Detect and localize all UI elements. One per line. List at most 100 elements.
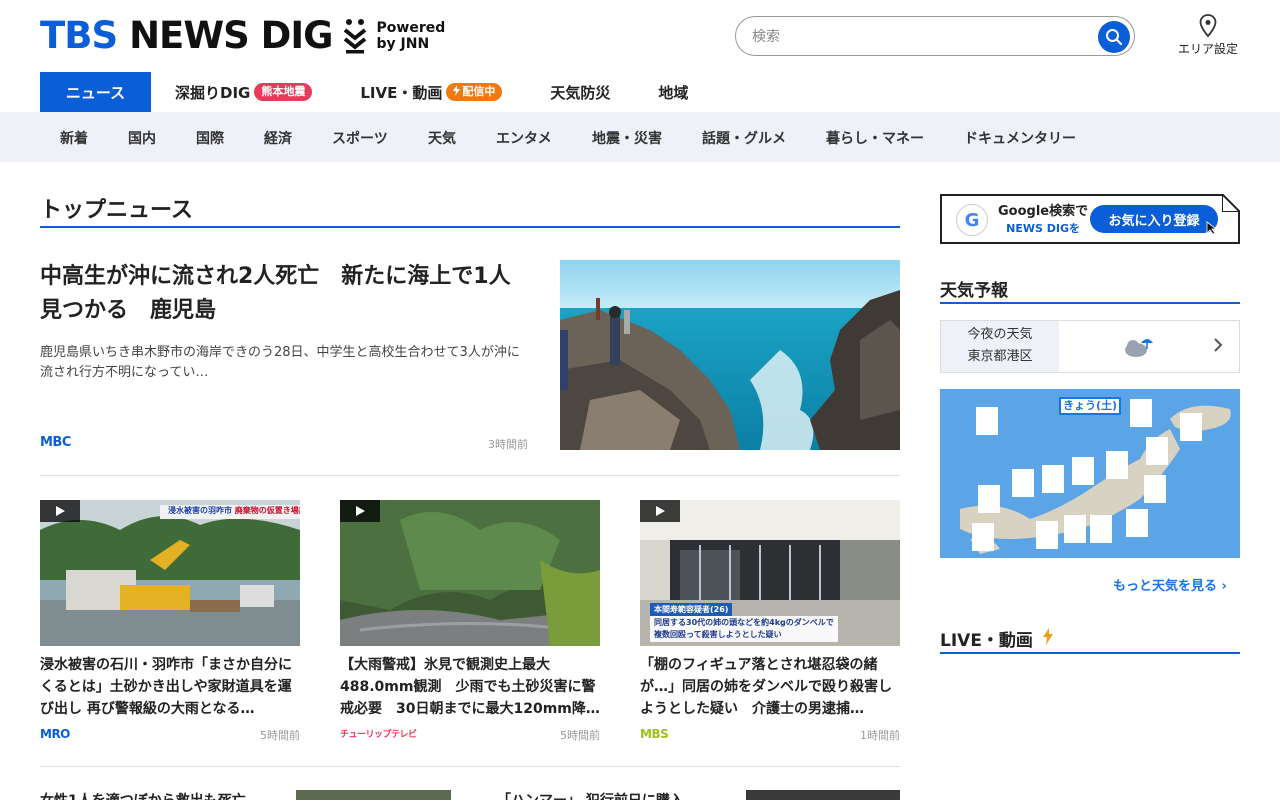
- dig-mark-icon: [343, 19, 366, 54]
- subnav-item-entertainment[interactable]: エンタメ: [496, 128, 552, 148]
- news-card-time: 5時間前: [560, 729, 600, 742]
- search-box: [735, 16, 1135, 56]
- partial-news-title[interactable]: 女性1人を適つぼから救出も死亡: [40, 790, 246, 800]
- subnav-item-international[interactable]: 国際: [196, 128, 224, 148]
- logo-news-dig: NEWS DIG: [129, 14, 333, 57]
- city-forecast-tile: [1064, 515, 1086, 543]
- cards-divider: [40, 766, 900, 767]
- tonight-weather-link[interactable]: 今夜の天気 東京都港区: [940, 320, 1240, 373]
- partial-news-thumbnail[interactable]: [746, 790, 900, 800]
- tonight-label: 今夜の天気: [967, 327, 1033, 342]
- sub-nav: 新着 国内 国際 経済 スポーツ 天気 エンタメ 地震・災害 話題・グルメ 暮ら…: [0, 112, 1280, 162]
- lead-article-source: MBC: [40, 435, 71, 450]
- partial-news-thumbnail[interactable]: [296, 790, 451, 800]
- forecast-day-label: きょう(土): [1059, 397, 1121, 415]
- news-card-title[interactable]: 【大雨警戒】氷見で観測史上最大488.0mm観測 少雨でも土砂災害に警戒必要 3…: [340, 654, 600, 720]
- logo-tbs: TBS: [40, 14, 118, 57]
- news-card-time: 5時間前: [260, 729, 300, 742]
- subnav-item-topics[interactable]: 話題・グルメ: [702, 128, 786, 148]
- news-card-thumbnail[interactable]: [340, 500, 600, 646]
- city-forecast-tile: [1146, 437, 1168, 465]
- tab-fukabori-dig[interactable]: 深掘りDIG 熊本地震: [175, 72, 313, 112]
- subnav-item-sports[interactable]: スポーツ: [332, 128, 388, 148]
- city-forecast-tile: [1090, 515, 1112, 543]
- subnav-item-disaster[interactable]: 地震・災害: [592, 128, 662, 148]
- subnav-item-economy[interactable]: 経済: [264, 128, 292, 148]
- city-forecast-tile: [976, 407, 998, 435]
- partial-news-title[interactable]: 「ハンマー」 犯行前日に購入: [497, 790, 684, 800]
- area-settings-label: エリア設定: [1177, 42, 1238, 56]
- news-card-source: MRO: [40, 727, 70, 741]
- top-news-heading: トップニュース: [40, 198, 193, 223]
- more-weather-link[interactable]: もっと天気を見る ›: [1113, 575, 1227, 594]
- news-card-thumbnail[interactable]: 浸水被害の羽咋市 廃棄物の仮置き場設置: [40, 500, 300, 646]
- play-video-icon[interactable]: [340, 500, 380, 522]
- favorite-register-button[interactable]: お気に入り登録: [1090, 205, 1218, 233]
- news-card-title[interactable]: 「棚のフィギュア落とされ堪忍袋の緒が…」同居の姉をダンベルで殴り殺害しようとした…: [640, 654, 900, 720]
- lead-article-time: 3時間前: [488, 438, 528, 451]
- city-forecast-tile: [1144, 475, 1166, 503]
- kumamoto-badge: 熊本地震: [254, 83, 313, 101]
- coast-photo-image: [560, 260, 900, 450]
- city-forecast-tile: [1012, 469, 1034, 497]
- city-forecast-tile: [1036, 521, 1058, 549]
- news-card-source: MBS: [640, 727, 669, 741]
- city-forecast-tile: [1126, 509, 1148, 537]
- news-card-thumbnail[interactable]: 本間寿範容疑者(26) 同居する30代の姉の頭などを約4kgのダンベルで 複数回…: [640, 500, 900, 646]
- tab-region[interactable]: 地域: [658, 72, 688, 112]
- news-card-time: 1時間前: [860, 729, 900, 742]
- subnav-item-documentary[interactable]: ドキュメンタリー: [964, 128, 1076, 148]
- site-logo[interactable]: TBS NEWS DIG Powered by JNN: [40, 14, 445, 58]
- lightning-icon: [1042, 628, 1053, 645]
- search-icon: [1106, 29, 1123, 46]
- location-pin-icon: [1199, 14, 1217, 38]
- search-input[interactable]: [752, 26, 1092, 48]
- city-forecast-tile: [1042, 465, 1064, 493]
- city-forecast-tile: [1106, 451, 1128, 479]
- location-label: 東京都港区: [967, 349, 1033, 364]
- city-forecast-tile: [1072, 457, 1094, 485]
- live-video-heading: LIVE・動画: [940, 626, 1053, 651]
- subnav-item-living[interactable]: 暮らし・マネー: [826, 128, 924, 148]
- tab-weather-disaster[interactable]: 天気防災: [550, 72, 610, 112]
- play-video-icon[interactable]: [40, 500, 80, 522]
- weather-underline: [940, 302, 1240, 304]
- thumbnail-caption-name: 本間寿範容疑者(26): [650, 603, 733, 616]
- tab-live-video[interactable]: LIVE・動画 配信中: [360, 72, 503, 112]
- weather-heading: 天気予報: [940, 281, 1008, 301]
- city-forecast-tile: [1180, 413, 1202, 441]
- weather-forecast-map[interactable]: きょう(土): [940, 389, 1240, 558]
- folded-corner-icon: [1222, 194, 1240, 212]
- cursor-icon: [1206, 221, 1218, 235]
- news-card[interactable]: 浸水被害の羽咋市 廃棄物の仮置き場設置 浸水被害の石川・羽咋市「まさか自分にくる…: [40, 500, 300, 742]
- main-nav: ニュース 深掘りDIG 熊本地震 LIVE・動画 配信中 天気防災 地域: [40, 72, 688, 112]
- subnav-item-latest[interactable]: 新着: [60, 128, 88, 148]
- top-news-underline: [40, 226, 900, 228]
- subnav-item-domestic[interactable]: 国内: [128, 128, 156, 148]
- live-badge: 配信中: [446, 83, 503, 101]
- search-button[interactable]: [1098, 21, 1130, 53]
- lead-article-photo[interactable]: [560, 260, 900, 450]
- lead-article-title[interactable]: 中高生が沖に流され2人死亡 新たに海上で1人見つかる 鹿児島: [40, 260, 530, 328]
- news-card[interactable]: 【大雨警戒】氷見で観測史上最大488.0mm観測 少雨でも土砂災害に警戒必要 3…: [340, 500, 600, 742]
- powered-by-jnn: Powered by JNN: [376, 20, 446, 52]
- chevron-right-icon: [1213, 337, 1223, 356]
- subnav-item-weather[interactable]: 天気: [428, 128, 456, 148]
- thumbnail-caption-text: 同居する30代の姉の頭などを約4kgのダンベルで 複数回殴って殺害しようとした疑…: [650, 616, 838, 642]
- city-forecast-tile: [978, 485, 1000, 513]
- cloud-rain-icon: [1125, 339, 1153, 357]
- city-forecast-tile: [972, 523, 994, 551]
- area-settings-button[interactable]: エリア設定: [1172, 14, 1244, 57]
- news-card[interactable]: 本間寿範容疑者(26) 同居する30代の姉の頭などを約4kgのダンベルで 複数回…: [640, 500, 900, 742]
- city-forecast-tile: [1130, 399, 1152, 427]
- lightning-icon: [453, 85, 461, 96]
- google-g-icon: G: [956, 204, 988, 236]
- google-favorite-banner[interactable]: G Google検索で NEWS DIGを お気に入り登録: [940, 194, 1240, 244]
- tab-news[interactable]: ニュース: [40, 72, 151, 112]
- news-card-source: チューリップテレビ: [340, 730, 417, 740]
- top-news-divider: [40, 475, 900, 476]
- news-card-title[interactable]: 浸水被害の石川・羽咋市「まさか自分にくるとは」土砂かき出しや家財道具を運び出し …: [40, 654, 300, 720]
- lead-article-description[interactable]: 鹿児島県いちき串木野市の海岸できのう28日、中学生と高校生合わせて3人が沖に流さ…: [40, 343, 530, 383]
- play-video-icon[interactable]: [640, 500, 680, 522]
- thumbnail-caption: 浸水被害の羽咋市 廃棄物の仮置き場設置: [168, 506, 300, 515]
